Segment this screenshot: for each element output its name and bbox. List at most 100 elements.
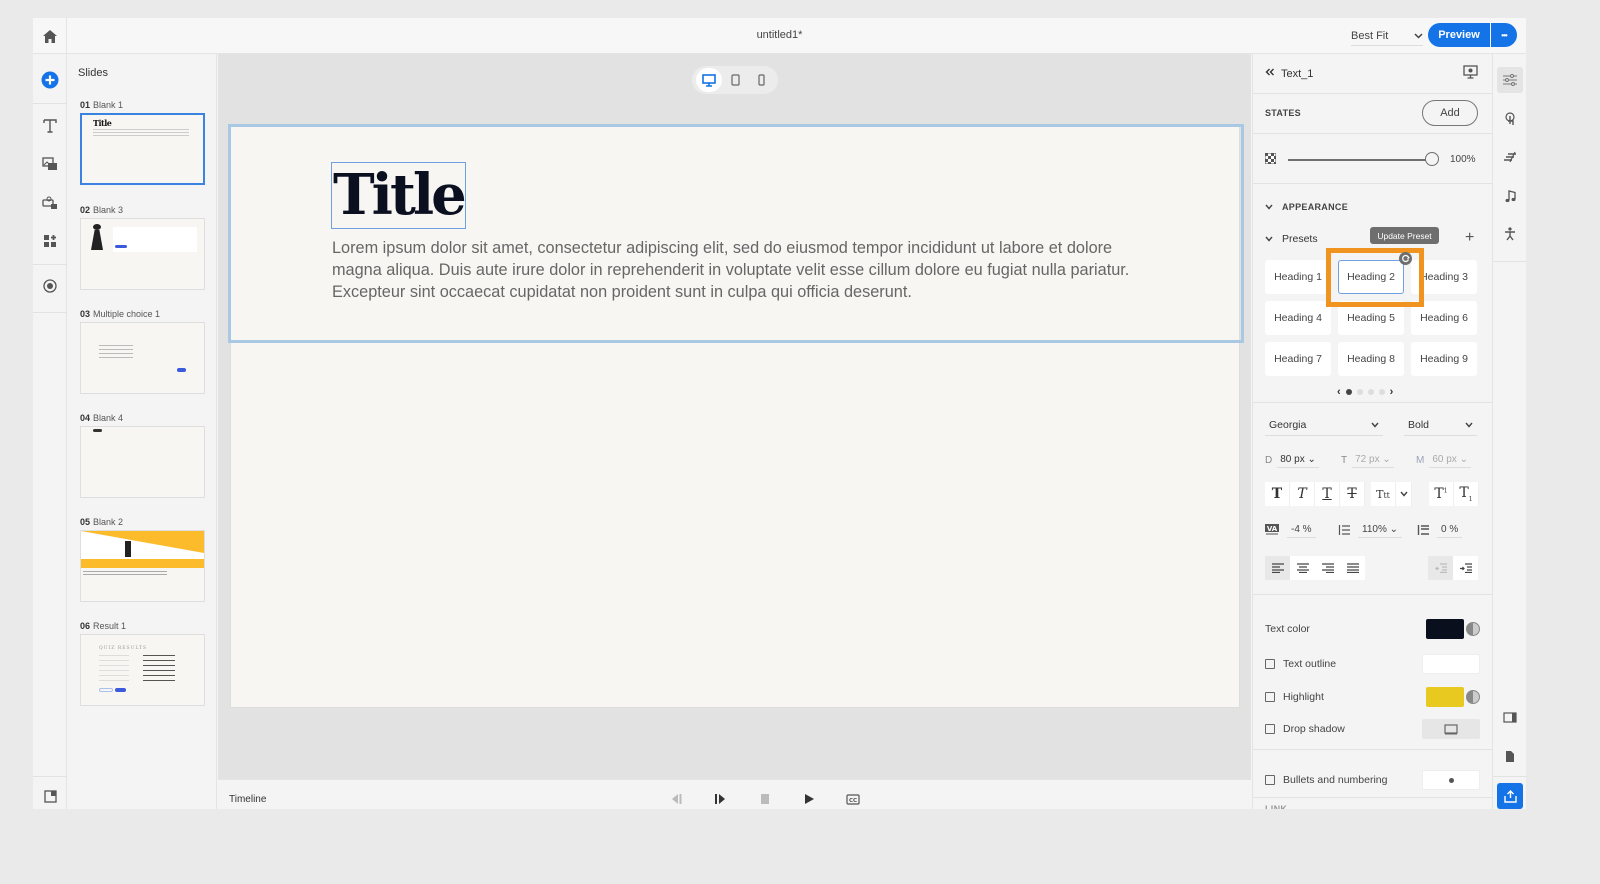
slide-thumbnail[interactable] <box>80 530 205 602</box>
preview-button[interactable]: Preview <box>1428 23 1490 47</box>
timeline-label[interactable]: Timeline <box>229 794 266 805</box>
tablet-size-select[interactable]: 72 px ⌄ <box>1352 452 1394 468</box>
align-right-button[interactable] <box>1315 556 1340 580</box>
slide-item[interactable]: 03 Multiple choice 1 <box>80 308 206 394</box>
appearance-section-header[interactable]: APPEARANCE <box>1265 202 1348 212</box>
animations-tab-button[interactable] <box>1497 144 1523 170</box>
align-justify-button[interactable] <box>1340 556 1365 580</box>
interaction-tool-button[interactable] <box>33 188 67 218</box>
share-publish-button[interactable] <box>1497 783 1523 809</box>
opacity-value[interactable]: 100% <box>1450 154 1476 165</box>
preview-element-button[interactable] <box>1463 65 1478 84</box>
document-button[interactable] <box>1497 743 1523 769</box>
preset-heading-9[interactable]: Heading 9 <box>1411 342 1477 376</box>
highlight-opacity-button[interactable] <box>1466 690 1480 704</box>
mobile-view-button[interactable] <box>748 68 774 92</box>
preset-heading-3[interactable]: Heading 3 <box>1411 260 1477 294</box>
slide-title[interactable]: Title <box>331 162 467 229</box>
letter-spacing-value[interactable]: -4 % <box>1287 522 1316 538</box>
text-container[interactable]: Title Lorem ipsum dolor sit amet, consec… <box>228 124 1244 343</box>
interactions-tab-button[interactable] <box>1497 106 1523 132</box>
slide-item[interactable]: 02 Blank 3 <box>80 204 206 290</box>
collapse-panel-button[interactable] <box>1265 67 1275 79</box>
slide-body-text[interactable]: Lorem ipsum dolor sit amet, consectetur … <box>332 237 1162 303</box>
bullet-style-button[interactable] <box>1422 770 1480 790</box>
accessibility-tab-button[interactable] <box>1497 221 1523 247</box>
widgets-tool-button[interactable] <box>33 226 67 256</box>
font-weight-select[interactable]: Bold <box>1404 414 1477 436</box>
slide-thumbnail[interactable]: QUIZ RESULTS <box>80 634 205 706</box>
text-case-dropdown[interactable] <box>1396 482 1412 506</box>
opacity-slider-handle[interactable] <box>1425 152 1439 166</box>
text-color-swatch[interactable] <box>1426 619 1464 639</box>
pager-dot[interactable] <box>1345 389 1352 395</box>
outline-swatch[interactable] <box>1422 654 1480 674</box>
preset-heading-7[interactable]: Heading 7 <box>1265 342 1331 376</box>
slide-item[interactable]: 06 Result 1 QUIZ RESULTS <box>80 620 206 706</box>
preset-heading-4[interactable]: Heading 4 <box>1265 301 1331 335</box>
media-tool-button[interactable] <box>33 149 67 179</box>
line-height-select[interactable]: 110% ⌄ <box>1358 522 1403 538</box>
pager-prev-button[interactable]: ‹ <box>1337 386 1341 398</box>
link-section-header[interactable]: LINK <box>1265 804 1287 809</box>
add-button[interactable] <box>33 65 67 95</box>
pager-dot[interactable] <box>1356 389 1363 395</box>
align-center-button[interactable] <box>1290 556 1315 580</box>
opacity-slider[interactable] <box>1288 159 1428 161</box>
preset-heading-2[interactable]: Heading 2 <box>1338 260 1404 294</box>
previous-button[interactable] <box>668 790 686 808</box>
preset-heading-8[interactable]: Heading 8 <box>1338 342 1404 376</box>
bullets-checkbox[interactable] <box>1265 775 1275 785</box>
drop-shadow-button[interactable] <box>1422 719 1480 739</box>
underline-button[interactable]: T <box>1315 482 1340 506</box>
outdent-button[interactable] <box>1428 556 1453 580</box>
italic-button[interactable]: T <box>1290 482 1315 506</box>
audio-tab-button[interactable] <box>1497 183 1523 209</box>
text-tool-button[interactable] <box>33 111 67 141</box>
panel-toggle-button[interactable] <box>33 781 67 811</box>
stop-button[interactable] <box>756 790 774 808</box>
font-family-select[interactable]: Georgia <box>1265 414 1383 436</box>
desktop-size-select[interactable]: 80 px ⌄ <box>1277 452 1319 468</box>
properties-tab-button[interactable] <box>1497 67 1523 93</box>
preset-heading-1[interactable]: Heading 1 <box>1265 260 1331 294</box>
more-options-button[interactable]: ••• <box>1491 23 1517 47</box>
subscript-button[interactable]: T1 <box>1454 482 1479 506</box>
play-button[interactable] <box>800 790 818 808</box>
indent-button[interactable] <box>1453 556 1478 580</box>
preset-heading-6[interactable]: Heading 6 <box>1411 301 1477 335</box>
strikethrough-button[interactable]: T <box>1340 482 1365 506</box>
highlight-checkbox[interactable] <box>1265 692 1275 702</box>
zoom-select[interactable]: Best Fit <box>1351 26 1423 46</box>
pager-dot[interactable] <box>1378 389 1385 395</box>
drop-shadow-checkbox[interactable] <box>1265 724 1275 734</box>
record-button[interactable] <box>33 271 67 301</box>
slide-item[interactable]: 05 Blank 2 <box>80 516 206 602</box>
slide-properties-button[interactable] <box>1497 704 1523 730</box>
text-case-button[interactable]: Ttt <box>1371 482 1396 506</box>
slide-item[interactable]: 01 Blank 1 Title <box>80 99 206 185</box>
highlight-color-swatch[interactable] <box>1426 687 1464 707</box>
bold-button[interactable]: T <box>1265 482 1290 506</box>
mobile-size-select[interactable]: 60 px ⌄ <box>1429 452 1471 468</box>
text-outline-checkbox[interactable] <box>1265 659 1275 669</box>
slide-canvas[interactable]: Title Lorem ipsum dolor sit amet, consec… <box>228 124 1244 708</box>
slide-thumbnail[interactable] <box>80 218 205 290</box>
presets-toggle[interactable]: Presets <box>1265 233 1318 245</box>
slide-thumbnail[interactable]: Title <box>80 113 205 185</box>
add-preset-button[interactable]: + <box>1465 229 1474 247</box>
superscript-button[interactable]: T1 <box>1429 482 1454 506</box>
tablet-view-button[interactable] <box>722 68 748 92</box>
pager-dot[interactable] <box>1367 389 1374 395</box>
align-left-button[interactable] <box>1265 556 1290 580</box>
paragraph-spacing-value[interactable]: 0 % <box>1437 522 1463 538</box>
closed-captions-button[interactable]: CC <box>844 790 862 808</box>
slide-item[interactable]: 04 Blank 4 <box>80 412 206 498</box>
slide-thumbnail[interactable] <box>80 426 205 498</box>
pager-next-button[interactable]: › <box>1390 386 1394 398</box>
slide-thumbnail[interactable] <box>80 322 205 394</box>
next-button[interactable] <box>711 790 729 808</box>
text-color-opacity-button[interactable] <box>1466 622 1480 636</box>
desktop-view-button[interactable] <box>696 68 722 92</box>
update-preset-button[interactable] <box>1399 252 1412 265</box>
